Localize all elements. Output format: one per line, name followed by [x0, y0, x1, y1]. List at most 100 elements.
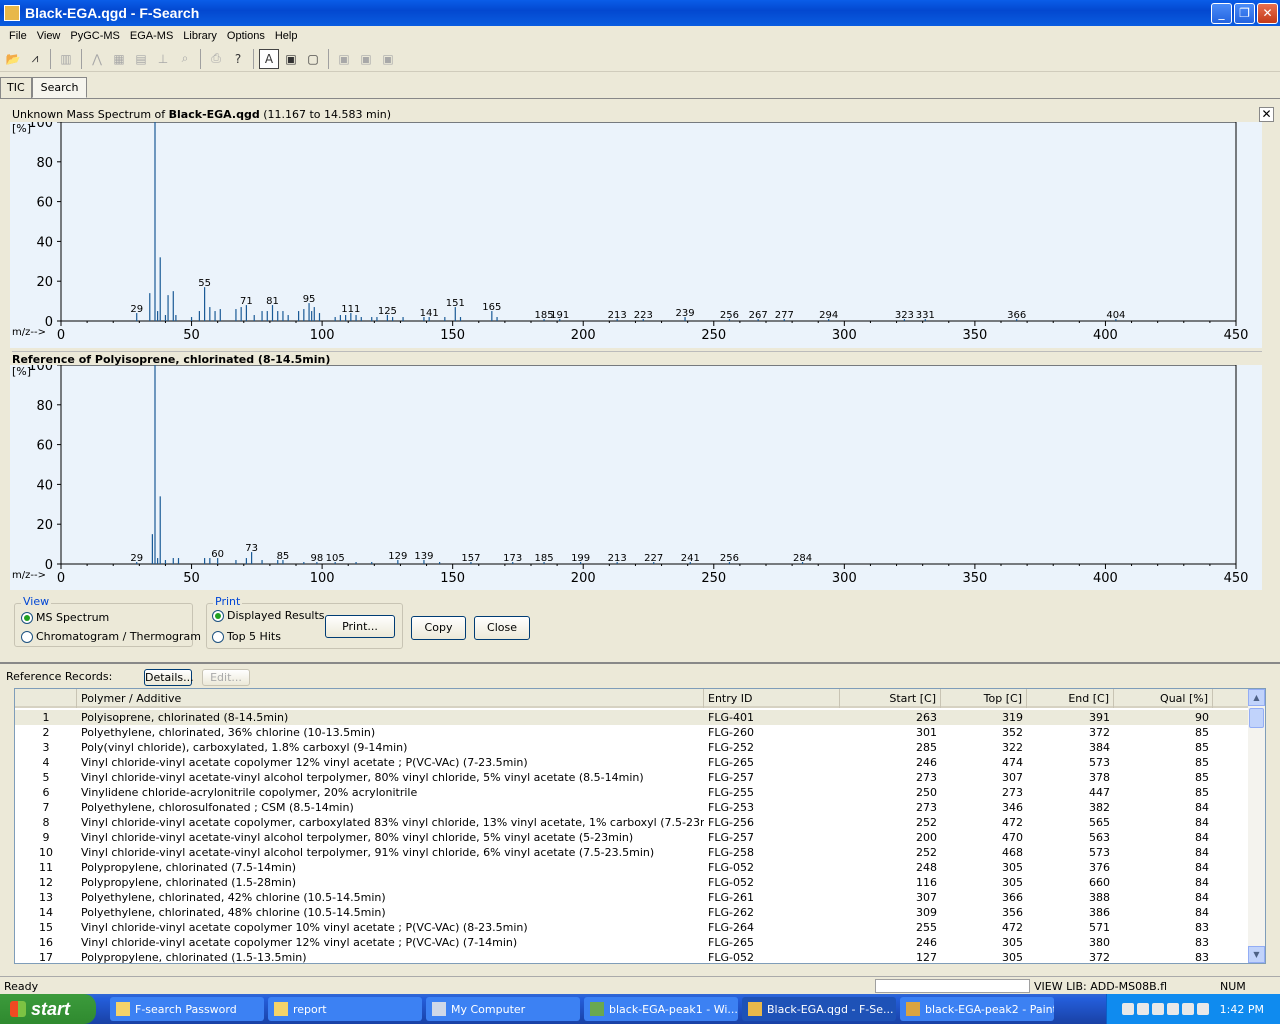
radio-chromatogram[interactable]: Chromatogram / Thermogram — [21, 630, 201, 643]
menu-file[interactable]: File — [4, 30, 32, 42]
table-row[interactable]: 7 Polyethylene, chlorosulfonated ; CSM (8… — [15, 800, 1249, 815]
table-cell: 16 — [39, 936, 53, 949]
radio-ms-spectrum[interactable]: MS Spectrum — [21, 611, 109, 624]
table-cell: 571 — [1089, 921, 1110, 934]
scroll-up-icon[interactable]: ▲ — [1248, 689, 1265, 706]
table-cell: 565 — [1089, 816, 1110, 829]
table-cell: FLG-052 — [708, 951, 754, 964]
col-end[interactable]: End [C] — [1027, 689, 1114, 708]
open-icon[interactable]: 📂 — [2, 48, 24, 70]
taskbar: start F-search Password report My Comput… — [0, 994, 1280, 1024]
task-black-ega-peak1[interactable]: black-EGA-peak1 - Wi... — [584, 997, 738, 1021]
table-row[interactable]: 1 Polyisoprene, chlorinated (8-14.5min) FL… — [15, 710, 1249, 725]
task-report[interactable]: report — [268, 997, 422, 1021]
col-index[interactable] — [15, 689, 77, 708]
task-my-computer[interactable]: My Computer — [426, 997, 580, 1021]
tray-update-icon[interactable] — [1196, 1003, 1209, 1015]
col-top[interactable]: Top [C] — [941, 689, 1027, 708]
table-cell: 285 — [916, 741, 937, 754]
tray-shield-icon[interactable] — [1166, 1003, 1179, 1015]
table-cell: Polyethylene, chlorinated, 42% chlorine … — [81, 891, 386, 904]
table-row[interactable]: 5 Vinyl chloride-vinyl acetate-vinyl alco… — [15, 770, 1249, 785]
compare-icon[interactable]: ⊥ — [152, 48, 174, 70]
table-row[interactable]: 8 Vinyl chloride-vinyl acetate copolymer,… — [15, 815, 1249, 830]
col-entry-id[interactable]: Entry ID — [704, 689, 840, 708]
table-row[interactable]: 6 Vinylidene chloride-acrylonitrile copol… — [15, 785, 1249, 800]
minimize-button[interactable]: _ — [1211, 3, 1232, 24]
view-f-icon[interactable]: ▣ — [377, 48, 399, 70]
y-tick-label: 0 — [45, 315, 53, 330]
table-row[interactable]: 4 Vinyl chloride-vinyl acetate copolymer … — [15, 755, 1249, 770]
app-icon — [748, 1002, 762, 1016]
vertical-scrollbar[interactable]: ▲ ▼ — [1248, 689, 1265, 963]
table-row[interactable]: 2 Polyethylene, chlorinated, 36% chlorine… — [15, 725, 1249, 740]
menu-library[interactable]: Library — [178, 30, 222, 42]
table-row[interactable]: 9 Vinyl chloride-vinyl acetate-vinyl alco… — [15, 830, 1249, 845]
tab-strip: TIC Search — [0, 77, 88, 98]
close-window-button[interactable]: ✕ — [1257, 3, 1278, 24]
table-row[interactable]: 11 Polypropylene, chlorinated (7.5-14min)… — [15, 860, 1249, 875]
bar-icon[interactable]: ▤ — [130, 48, 152, 70]
search-icon[interactable]: ⌕ — [174, 48, 196, 70]
table-row[interactable]: 10 Vinyl chloride-vinyl acetate-vinyl alc… — [15, 845, 1249, 860]
table-row[interactable]: 17 Polypropylene, chlorinated (1.5-13.5mi… — [15, 950, 1249, 964]
col-start[interactable]: Start [C] — [840, 689, 941, 708]
task-fsearch-active[interactable]: Black-EGA.qgd - F-Se... — [742, 997, 896, 1021]
maximize-button[interactable]: ❐ — [1234, 3, 1255, 24]
title-bar: Black-EGA.qgd - F-Search — [0, 0, 1280, 26]
tray-app-icon[interactable] — [1151, 1003, 1164, 1015]
view-c-icon[interactable]: ▢ — [302, 48, 324, 70]
peak-label: 256 — [720, 553, 739, 564]
menu-pygcms[interactable]: PyGC-MS — [65, 30, 125, 42]
table-row[interactable]: 3 Poly(vinyl chloride), carboxylated, 1.8… — [15, 740, 1249, 755]
details-button[interactable]: Details... — [144, 669, 194, 686]
view-e-icon[interactable]: ▣ — [355, 48, 377, 70]
view-b-icon[interactable]: ▣ — [280, 48, 302, 70]
table-cell: 573 — [1089, 846, 1110, 859]
print-button[interactable]: Print... — [325, 615, 395, 638]
peak-label: 141 — [420, 308, 439, 319]
y-tick-label: 20 — [36, 518, 53, 533]
table-row[interactable]: 13 Polyethylene, chlorinated, 42% chlorin… — [15, 890, 1249, 905]
table-cell: Polyethylene, chlorinated, 36% chlorine … — [81, 726, 376, 739]
table-row[interactable]: 16 Vinyl chloride-vinyl acetate copolymer… — [15, 935, 1249, 950]
scroll-thumb[interactable] — [1249, 708, 1264, 728]
copy-button[interactable]: Copy — [411, 616, 466, 640]
table-cell: FLG-265 — [708, 936, 754, 949]
task-fsearch-password[interactable]: F-search Password — [110, 997, 264, 1021]
help-icon[interactable]: ? — [227, 48, 249, 70]
toolbar-separator — [81, 48, 82, 69]
start-button[interactable]: start — [0, 994, 96, 1024]
print-icon[interactable]: ⎙ — [205, 48, 227, 70]
radio-displayed-results[interactable]: Displayed Results — [212, 609, 325, 622]
table-row[interactable]: 12 Polypropylene, chlorinated (1.5-28min)… — [15, 875, 1249, 890]
col-qual[interactable]: Qual [%] — [1114, 689, 1213, 708]
menu-egams[interactable]: EGA-MS — [125, 30, 178, 42]
view-d-icon[interactable]: ▣ — [333, 48, 355, 70]
peak-label: 73 — [245, 543, 258, 554]
menu-help[interactable]: Help — [270, 30, 303, 42]
radio-unselected-icon — [212, 630, 224, 643]
menu-view[interactable]: View — [32, 30, 66, 42]
table-cell: 84 — [1195, 846, 1209, 859]
table-row[interactable]: 15 Vinyl chloride-vinyl acetate copolymer… — [15, 920, 1249, 935]
table-row[interactable]: 14 Polyethylene, chlorinated, 48% chlorin… — [15, 905, 1249, 920]
library-icon[interactable]: ▥ — [55, 48, 77, 70]
tray-volume-icon[interactable] — [1181, 1003, 1194, 1015]
tab-tic[interactable]: TIC — [0, 77, 32, 98]
tab-search[interactable]: Search — [31, 77, 88, 98]
close-button[interactable]: Close — [474, 616, 530, 640]
table-icon[interactable]: ▦ — [108, 48, 130, 70]
task-black-ega-peak2-paint[interactable]: black-EGA-peak2 - Paint — [900, 997, 1054, 1021]
col-polymer[interactable]: Polymer / Additive — [77, 689, 704, 708]
peak-icon[interactable]: ⋀ — [86, 48, 108, 70]
view-a-icon[interactable]: A — [259, 48, 279, 69]
edit-button[interactable]: Edit... — [202, 669, 250, 686]
tray-security-icon[interactable] — [1136, 1003, 1149, 1015]
tray-network-icon[interactable] — [1121, 1003, 1134, 1015]
radio-top5-hits[interactable]: Top 5 Hits — [212, 630, 281, 643]
table-cell: 14 — [39, 906, 53, 919]
scroll-down-icon[interactable]: ▼ — [1248, 946, 1265, 963]
menu-options[interactable]: Options — [222, 30, 270, 42]
spectrum-icon[interactable]: ⩘ — [24, 48, 46, 70]
